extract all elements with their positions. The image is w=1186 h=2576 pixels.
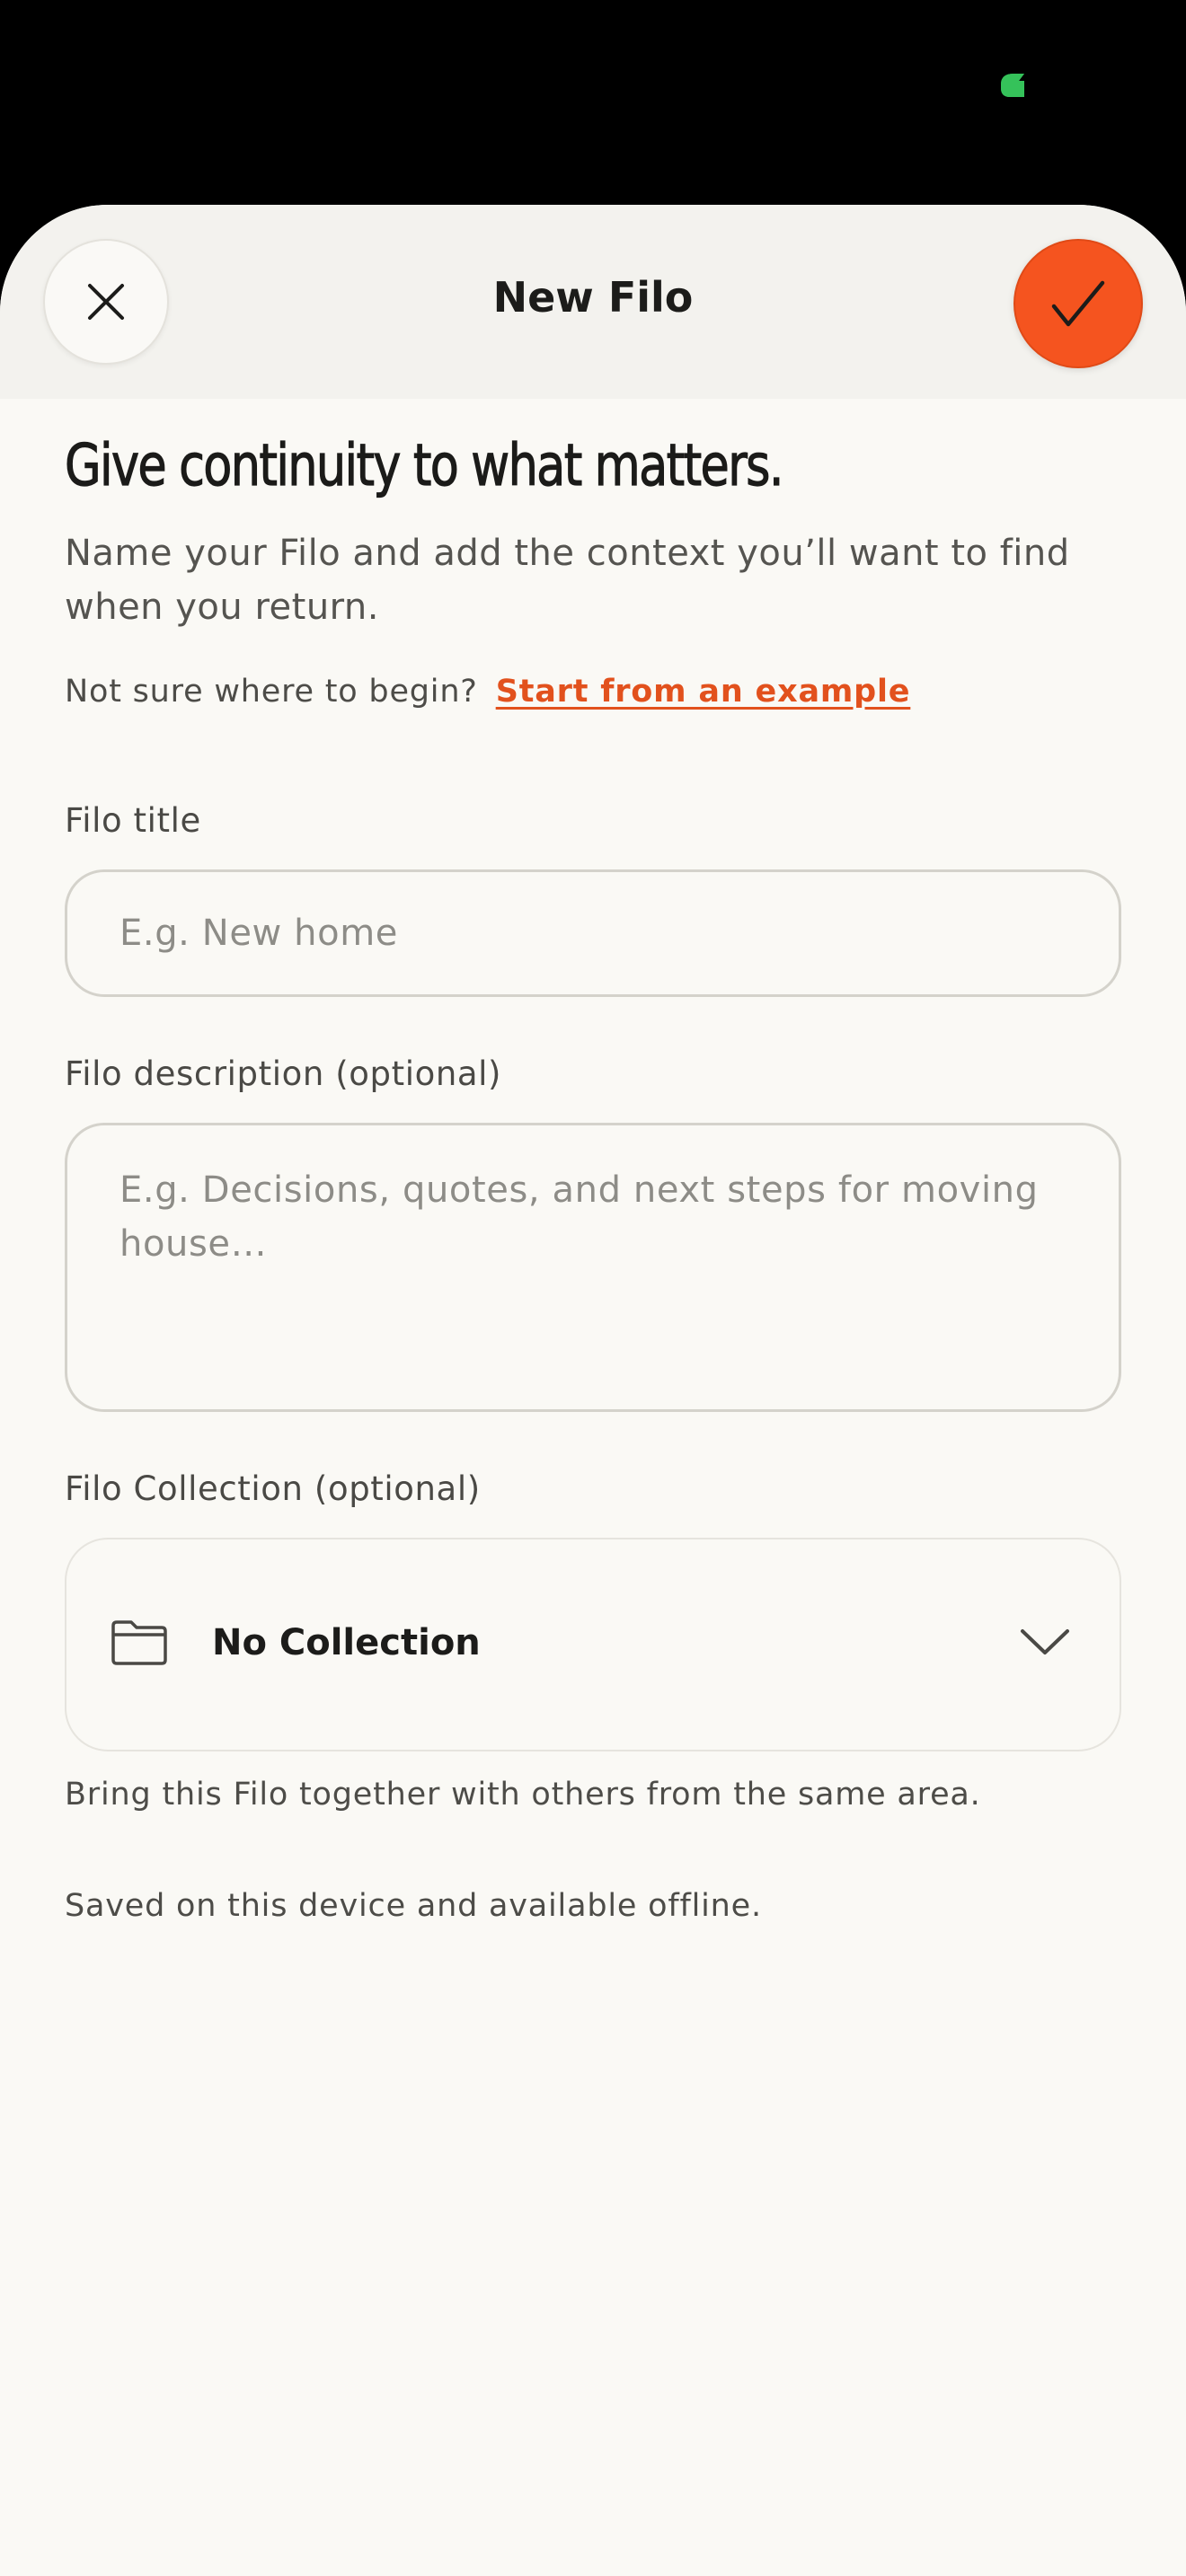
storage-note: Saved on this device and available offli… [65,1888,762,1924]
new-filo-sheet: New Filo Give continuity to what matters… [0,205,1186,2576]
collection-field-label: Filo Collection (optional) [65,1469,481,1508]
page-title: New Filo [492,273,694,322]
intro-subtitle: Name your Filo and add the context you’l… [65,533,1070,628]
collection-select[interactable]: No Collection [65,1538,1121,1751]
checkmark-icon [1051,280,1105,327]
start-from-example-link[interactable]: Start from an example [496,674,911,710]
close-button[interactable] [43,239,169,365]
status-bar [0,0,1186,205]
example-prompt-text: Not sure where to begin? [65,674,478,710]
description-field-label: Filo description (optional) [65,1054,502,1093]
example-prompt-row: Not sure where to begin? Start from an ex… [65,674,1121,710]
folder-icon [111,1620,167,1665]
filo-title-input[interactable] [65,869,1121,997]
chevron-down-icon [1021,1629,1069,1654]
status-indicator-icon [1001,74,1024,97]
collection-helper-text: Bring this Filo together with others fro… [65,1777,981,1813]
title-field-label: Filo title [65,801,201,840]
collection-selected-value: No Collection [212,1622,481,1663]
confirm-button[interactable] [1013,239,1143,368]
filo-description-input[interactable] [65,1123,1121,1412]
close-icon [88,284,124,320]
intro-headline: Give continuity to what matters. [65,432,785,499]
navigation-bar: New Filo [0,205,1186,399]
